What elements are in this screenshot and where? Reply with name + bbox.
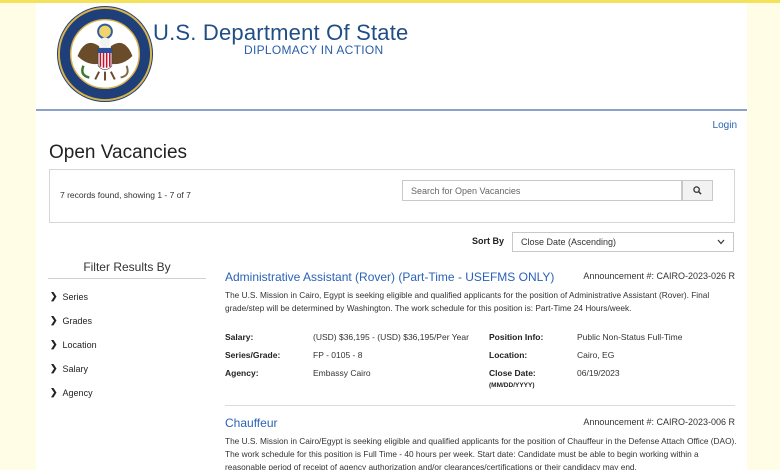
- filter-item-salary[interactable]: ❯ Salary: [50, 363, 88, 374]
- records-count: 7 records found, showing 1 - 7 of 7: [60, 190, 191, 200]
- sort-selected-value: Close Date (Ascending): [521, 237, 617, 247]
- agency-label: Agency:: [225, 368, 259, 378]
- chevron-right-icon: ❯: [50, 363, 58, 373]
- search-panel: 7 records found, showing 1 - 7 of 7: [49, 169, 735, 223]
- salary-value: (USD) $36,195 - (USD) $36,195/Per Year: [313, 332, 469, 342]
- job-title-link[interactable]: Chauffeur: [225, 416, 277, 430]
- filter-item-label: Salary: [62, 363, 89, 374]
- sort-select[interactable]: Close Date (Ascending): [512, 232, 734, 252]
- chevron-right-icon: ❯: [50, 339, 58, 349]
- series-grade-label: Series/Grade:: [225, 350, 281, 360]
- search-button[interactable]: [682, 180, 713, 201]
- filter-heading: Filter Results By: [83, 260, 171, 274]
- job-description: The U.S. Mission in Cairo, Egypt is seek…: [225, 290, 710, 313]
- page-title: Open Vacancies: [49, 142, 188, 163]
- salary-label: Salary:: [225, 332, 254, 342]
- site-tagline: DIPLOMACY IN ACTION: [244, 43, 384, 57]
- job-divider: [225, 405, 735, 406]
- job-description: The U.S. Mission in Cairo/Egypt is seeki…: [225, 436, 737, 470]
- filter-item-series[interactable]: ❯ Series: [50, 291, 88, 302]
- filter-item-label: Series: [62, 291, 89, 302]
- location-value: Cairo, EG: [577, 350, 615, 360]
- location-label: Location:: [489, 350, 528, 360]
- filter-item-label: Location: [62, 339, 97, 350]
- sort-by-label: Sort By: [472, 236, 505, 246]
- series-grade-value: FP - 0105 - 8: [313, 350, 363, 360]
- page-container: U.S. Department Of State DIPLOMACY IN AC…: [36, 3, 747, 470]
- chevron-down-icon: [717, 239, 725, 245]
- header-divider: [36, 109, 747, 111]
- announcement-number: Announcement #: CAIRO-2023-026 R: [583, 271, 735, 281]
- agency-value: Embassy Cairo: [313, 368, 371, 378]
- department-seal-logo: [56, 5, 154, 103]
- close-date-label: Close Date:: [489, 368, 536, 378]
- close-date-format: (MM/DD/YYYY): [489, 382, 535, 389]
- position-info-value: Public Non-Status Full-Time: [577, 332, 683, 342]
- close-date-value: 06/19/2023: [577, 368, 620, 378]
- filter-item-location[interactable]: ❯ Location: [50, 339, 97, 350]
- chevron-right-icon: ❯: [50, 291, 58, 301]
- filter-divider: [48, 278, 206, 279]
- search-icon: [693, 186, 702, 195]
- filter-item-label: Grades: [62, 315, 93, 326]
- position-info-label: Position Info:: [489, 332, 544, 342]
- site-header: U.S. Department Of State DIPLOMACY IN AC…: [36, 3, 747, 108]
- announcement-number: Announcement #: CAIRO-2023-006 R: [583, 417, 735, 427]
- job-title-link[interactable]: Administrative Assistant (Rover) (Part-T…: [225, 270, 554, 284]
- search-input[interactable]: [402, 180, 682, 201]
- filter-item-agency[interactable]: ❯ Agency: [50, 387, 93, 398]
- login-link[interactable]: Login: [713, 120, 737, 131]
- filter-item-label: Agency: [62, 387, 93, 398]
- chevron-right-icon: ❯: [50, 315, 58, 325]
- filter-item-grades[interactable]: ❯ Grades: [50, 315, 92, 326]
- chevron-right-icon: ❯: [50, 387, 58, 397]
